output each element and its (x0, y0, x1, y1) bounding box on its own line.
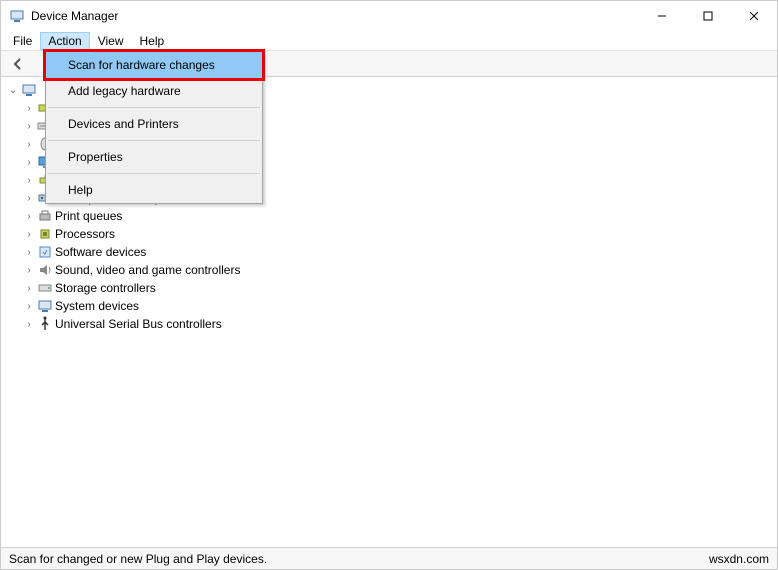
chevron-down-icon[interactable]: ⌄ (7, 85, 19, 96)
tree-item-label: Storage controllers (55, 281, 156, 295)
menu-properties[interactable]: Properties (46, 144, 262, 170)
menubar: File Action View Help (1, 31, 777, 51)
tree-item[interactable]: › Software devices (23, 243, 777, 261)
close-button[interactable] (731, 1, 777, 31)
menu-help[interactable]: Help (132, 32, 173, 50)
menu-add-legacy[interactable]: Add legacy hardware (46, 78, 262, 104)
chevron-right-icon[interactable]: › (23, 211, 35, 222)
printer-icon (37, 208, 53, 224)
menu-separator (48, 107, 260, 108)
tree-item[interactable]: › Storage controllers (23, 279, 777, 297)
status-text: Scan for changed or new Plug and Play de… (9, 552, 267, 566)
action-dropdown: Scan for hardware changes Add legacy har… (45, 51, 263, 204)
tree-item[interactable]: › System devices (23, 297, 777, 315)
back-button[interactable] (7, 53, 29, 75)
titlebar: Device Manager (1, 1, 777, 31)
status-right: wsxdn.com (709, 552, 769, 566)
chevron-right-icon[interactable]: › (23, 319, 35, 330)
tree-item[interactable]: › Universal Serial Bus controllers (23, 315, 777, 333)
chevron-right-icon[interactable]: › (23, 193, 35, 204)
chevron-right-icon[interactable]: › (23, 139, 35, 150)
chevron-right-icon[interactable]: › (23, 229, 35, 240)
cpu-icon (37, 226, 53, 242)
computer-icon (21, 82, 37, 98)
menu-file[interactable]: File (5, 32, 40, 50)
minimize-button[interactable] (639, 1, 685, 31)
chevron-right-icon[interactable]: › (23, 301, 35, 312)
tree-item-label: Print queues (55, 209, 122, 223)
menu-devices-printers[interactable]: Devices and Printers (46, 111, 262, 137)
chevron-right-icon[interactable]: › (23, 157, 35, 168)
tree-item-label: Universal Serial Bus controllers (55, 317, 222, 331)
menu-view[interactable]: View (90, 32, 132, 50)
menu-help-item[interactable]: Help (46, 177, 262, 203)
menu-scan-hardware[interactable]: Scan for hardware changes (46, 52, 262, 78)
device-manager-icon (9, 8, 25, 24)
software-icon (37, 244, 53, 260)
tree-item-label: Software devices (55, 245, 146, 259)
statusbar: Scan for changed or new Plug and Play de… (1, 547, 777, 569)
system-icon (37, 298, 53, 314)
window-title: Device Manager (31, 9, 639, 23)
chevron-right-icon[interactable]: › (23, 103, 35, 114)
menu-separator (48, 140, 260, 141)
tree-item[interactable]: › Processors (23, 225, 777, 243)
chevron-right-icon[interactable]: › (23, 265, 35, 276)
tree-item-label: Sound, video and game controllers (55, 263, 240, 277)
chevron-right-icon[interactable]: › (23, 283, 35, 294)
storage-icon (37, 280, 53, 296)
sound-icon (37, 262, 53, 278)
usb-icon (37, 316, 53, 332)
chevron-right-icon[interactable]: › (23, 121, 35, 132)
menu-separator (48, 173, 260, 174)
tree-item[interactable]: › Sound, video and game controllers (23, 261, 777, 279)
chevron-right-icon[interactable]: › (23, 247, 35, 258)
menu-action[interactable]: Action (40, 32, 89, 50)
maximize-button[interactable] (685, 1, 731, 31)
chevron-right-icon[interactable]: › (23, 175, 35, 186)
tree-item-label: Processors (55, 227, 115, 241)
tree-item-label: System devices (55, 299, 139, 313)
tree-item[interactable]: › Print queues (23, 207, 777, 225)
